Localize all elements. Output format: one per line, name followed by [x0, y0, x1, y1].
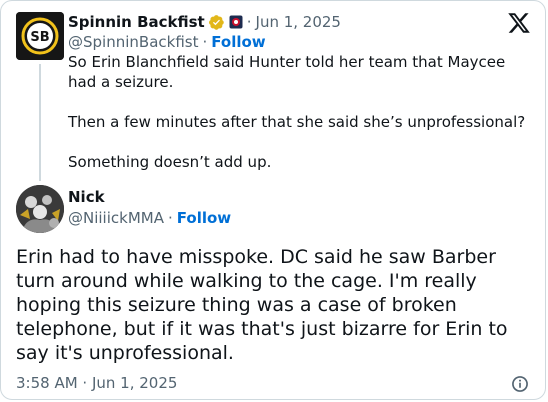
- parent-avatar[interactable]: SB: [16, 12, 64, 60]
- verified-badge-icon: [208, 14, 224, 30]
- avatar-photo-icon: [16, 185, 64, 233]
- separator-dot: ·: [202, 33, 208, 51]
- spinnin-backfist-logo-icon: SB: [16, 12, 64, 60]
- separator-dot: ·: [167, 209, 173, 227]
- reply-timestamp[interactable]: 3:58 AM · Jun 1, 2025: [16, 373, 177, 393]
- reply-author-name[interactable]: Nick: [68, 187, 105, 207]
- parent-header: Spinnin Backfist · Jun 1, 2025: [68, 12, 341, 32]
- separator-dot: ·: [246, 13, 252, 31]
- reply-follow-button[interactable]: Follow: [177, 209, 231, 227]
- reply-handle-row: @NiiiickMMA · Follow: [68, 208, 231, 228]
- parent-date[interactable]: Jun 1, 2025: [256, 12, 341, 32]
- x-logo-icon[interactable]: [507, 11, 531, 35]
- parent-follow-button[interactable]: Follow: [211, 33, 265, 51]
- reply-avatar[interactable]: [16, 185, 64, 233]
- reply-tweet-text: Erin had to have misspoke. DC said he sa…: [16, 246, 508, 364]
- parent-author-name[interactable]: Spinnin Backfist: [68, 12, 205, 32]
- parent-handle-row: @SpinninBackfist · Follow: [68, 32, 266, 52]
- reply-handle[interactable]: @NiiiickMMA: [68, 209, 164, 227]
- info-icon[interactable]: [510, 374, 530, 394]
- thread-connector-line: [39, 64, 41, 181]
- parent-tweet-text: So Erin Blanchfield said Hunter told her…: [68, 53, 526, 171]
- svg-text:SB: SB: [30, 30, 49, 45]
- parent-handle[interactable]: @SpinninBackfist: [68, 33, 198, 51]
- affiliate-badge-icon[interactable]: [229, 15, 243, 29]
